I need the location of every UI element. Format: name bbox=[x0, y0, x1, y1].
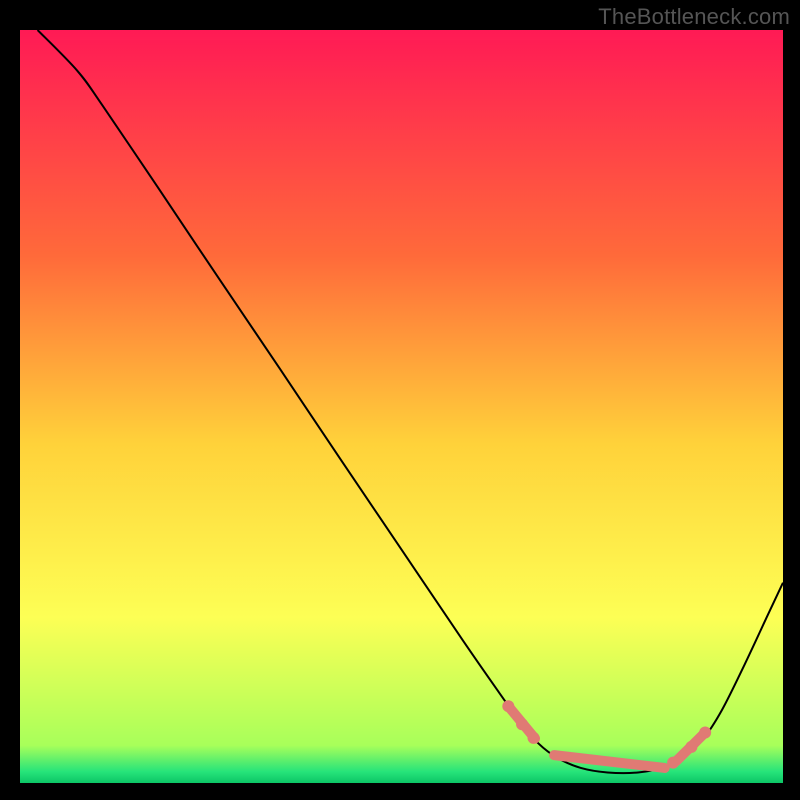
gradient-background bbox=[20, 30, 783, 783]
marker-dot bbox=[685, 741, 697, 753]
attribution-label: TheBottleneck.com bbox=[598, 4, 790, 30]
plot-area bbox=[20, 30, 783, 783]
marker-dot bbox=[528, 732, 540, 744]
marker-dot bbox=[516, 718, 528, 730]
plot-svg bbox=[20, 30, 783, 783]
chart-frame: TheBottleneck.com bbox=[0, 0, 800, 800]
marker-dot bbox=[667, 757, 679, 769]
marker-dot bbox=[699, 727, 711, 739]
marker-dot bbox=[502, 700, 514, 712]
